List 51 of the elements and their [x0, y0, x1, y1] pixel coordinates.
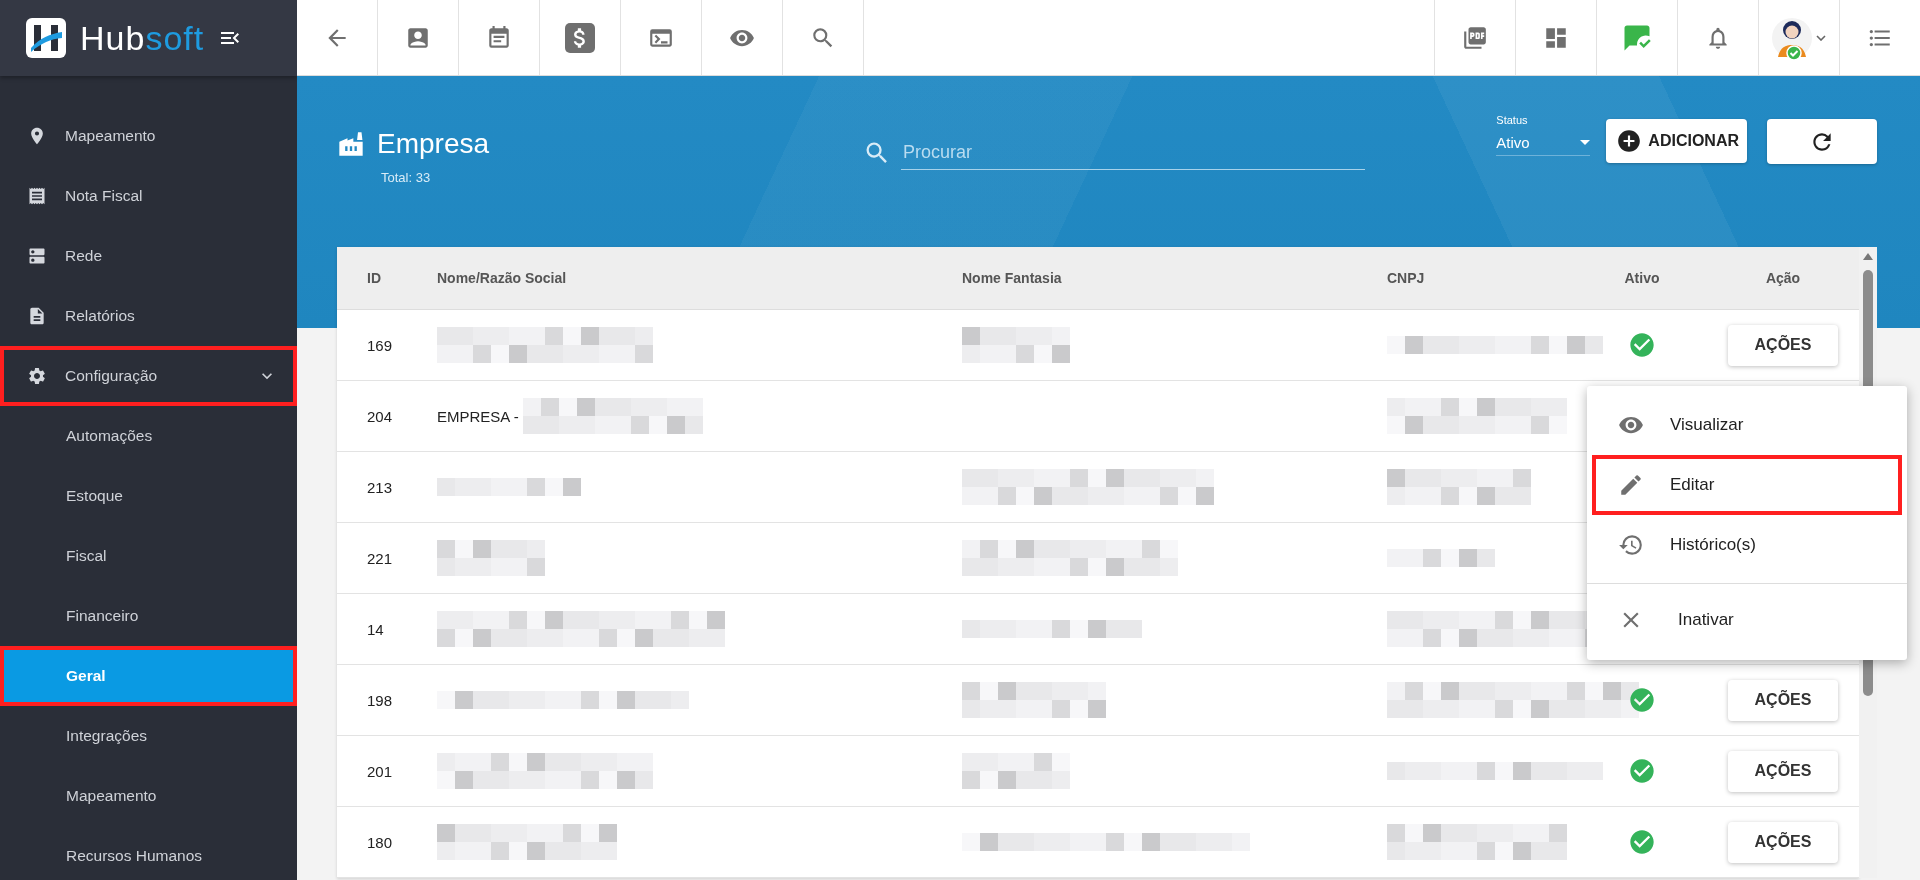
pencil-icon — [1618, 472, 1644, 498]
chevron-icon — [1816, 34, 1826, 41]
sidebar-item[interactable]: Rede — [0, 226, 297, 286]
table-cell: 14 — [367, 620, 384, 638]
total-count: Total: 33 — [381, 170, 432, 185]
sidebar-item[interactable]: Financeiro — [0, 586, 297, 646]
table-cell: 201 — [367, 762, 393, 780]
column-header: CNPJ — [1387, 270, 1426, 286]
history-icon — [1618, 532, 1644, 558]
column-header: Ativo — [1623, 270, 1661, 286]
status-select[interactable]: Status Ativo — [1496, 114, 1591, 156]
page-title: Empresa — [377, 128, 490, 160]
logo-icon — [26, 18, 66, 58]
menu-item[interactable]: Visualizar — [1592, 395, 1902, 455]
column-header: Ação — [1764, 270, 1802, 286]
column-header: Nome Fantasia — [962, 270, 1063, 286]
select-value: Ativo — [1496, 134, 1530, 151]
factory-icon — [337, 130, 365, 158]
sidebar-item[interactable]: Estoque — [0, 466, 297, 526]
table-cell: 198 — [367, 691, 393, 709]
sidebar-item[interactable]: Configuração — [0, 346, 297, 406]
sidebar-item[interactable]: Mapeamento — [0, 766, 297, 826]
add-button[interactable]: ADICIONAR — [1606, 119, 1747, 163]
search-field[interactable]: Procurar — [901, 136, 1365, 170]
sidebar-item[interactable]: Nota Fiscal — [0, 166, 297, 226]
field-label: Status — [1496, 114, 1529, 126]
menu-item[interactable]: Histórico(s) — [1592, 515, 1902, 575]
table-cell: 169 — [367, 336, 393, 354]
actions-button[interactable]: AÇÕES — [1728, 679, 1838, 721]
dropdown-icon — [1580, 140, 1591, 145]
table-cell: 213 — [367, 478, 393, 496]
sidebar-item[interactable]: Recursos Humanos — [0, 826, 297, 880]
table-cell: EMPRESA - — [437, 407, 519, 425]
table-cell: 180 — [367, 833, 393, 851]
sidebar-item[interactable]: Fiscal — [0, 526, 297, 586]
sidebar-item[interactable]: Integrações — [0, 706, 297, 766]
refresh-button[interactable] — [1767, 119, 1877, 164]
logo-text: Hubsoft — [80, 18, 205, 58]
sidebar-item[interactable]: Automações — [0, 406, 297, 466]
table-cell: 204 — [367, 407, 393, 425]
table-cell: 221 — [367, 549, 393, 567]
menu-item[interactable]: Editar — [1592, 455, 1902, 515]
column-header: Nome/Razão Social — [437, 270, 568, 286]
column-header: ID — [366, 270, 382, 286]
actions-button[interactable]: AÇÕES — [1728, 324, 1838, 366]
sidebar-item[interactable]: Relatórios — [0, 286, 297, 346]
sidebar-item[interactable]: Mapeamento — [0, 106, 297, 166]
actions-button[interactable]: AÇÕES — [1728, 821, 1838, 863]
actions-button[interactable]: AÇÕES — [1728, 750, 1838, 792]
plus-icon — [1616, 128, 1643, 154]
menu-item[interactable]: Inativar — [1592, 590, 1902, 650]
